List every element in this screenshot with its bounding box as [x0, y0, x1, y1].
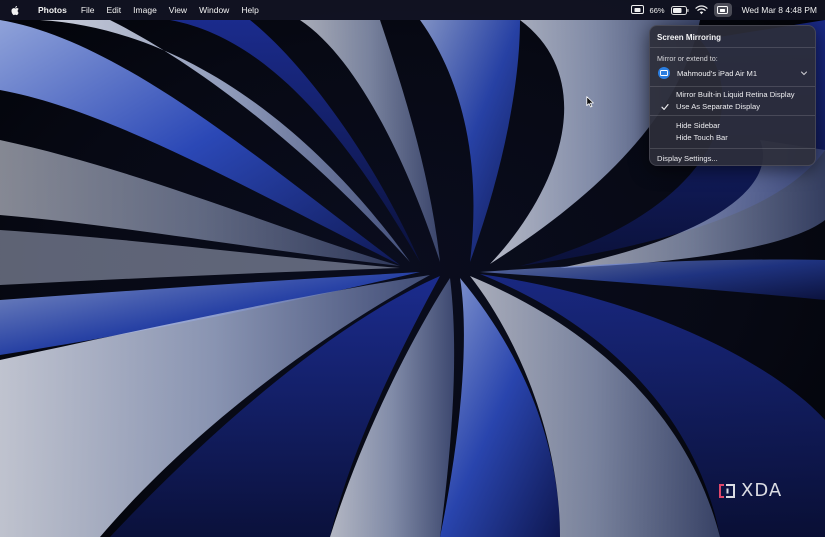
- menubar-clock[interactable]: Wed Mar 8 4:48 PM: [742, 5, 817, 15]
- chevron-down-icon[interactable]: [798, 67, 810, 79]
- display-settings-button[interactable]: Display Settings...: [657, 154, 718, 163]
- menu-app-photos[interactable]: Photos: [32, 0, 75, 20]
- watermark-text: XDA: [741, 480, 783, 501]
- menu-bar: Photos File Edit Image View Window Help …: [0, 0, 825, 20]
- battery-icon[interactable]: [670, 0, 689, 20]
- divider: [650, 115, 815, 116]
- menu-view[interactable]: View: [163, 0, 193, 20]
- xda-logo-icon: [719, 483, 735, 498]
- ipad-icon: [658, 67, 670, 79]
- menu-image[interactable]: Image: [127, 0, 163, 20]
- option-mirror-builtin[interactable]: Mirror Built-in Liquid Retina Display: [676, 90, 795, 99]
- apple-logo-icon[interactable]: [10, 5, 20, 16]
- control-center-icon[interactable]: [713, 3, 732, 17]
- divider: [650, 86, 815, 87]
- divider: [650, 47, 815, 48]
- wifi-icon[interactable]: [694, 0, 708, 20]
- panel-subtitle: Mirror or extend to:: [657, 54, 718, 63]
- checkmark-icon: [661, 104, 669, 110]
- screen-mirroring-icon[interactable]: [630, 0, 644, 20]
- menu-window[interactable]: Window: [193, 0, 235, 20]
- mouse-cursor-icon: [586, 96, 594, 108]
- divider: [650, 148, 815, 149]
- menu-help[interactable]: Help: [235, 0, 264, 20]
- menu-edit[interactable]: Edit: [101, 0, 128, 20]
- option-hide-sidebar[interactable]: Hide Sidebar: [676, 121, 720, 130]
- menu-file[interactable]: File: [75, 0, 101, 20]
- option-hide-touch-bar[interactable]: Hide Touch Bar: [676, 133, 728, 142]
- xda-watermark: XDA: [717, 480, 782, 501]
- device-name: Mahmoud’s iPad Air M1: [677, 68, 758, 78]
- screen-mirroring-panel: Screen Mirroring Mirror or extend to: Ma…: [649, 25, 816, 166]
- option-separate-display[interactable]: Use As Separate Display: [676, 102, 760, 111]
- battery-percent: 66%: [649, 5, 665, 15]
- device-row-ipad[interactable]: Mahmoud’s iPad Air M1: [656, 66, 810, 80]
- panel-title: Screen Mirroring: [657, 33, 722, 42]
